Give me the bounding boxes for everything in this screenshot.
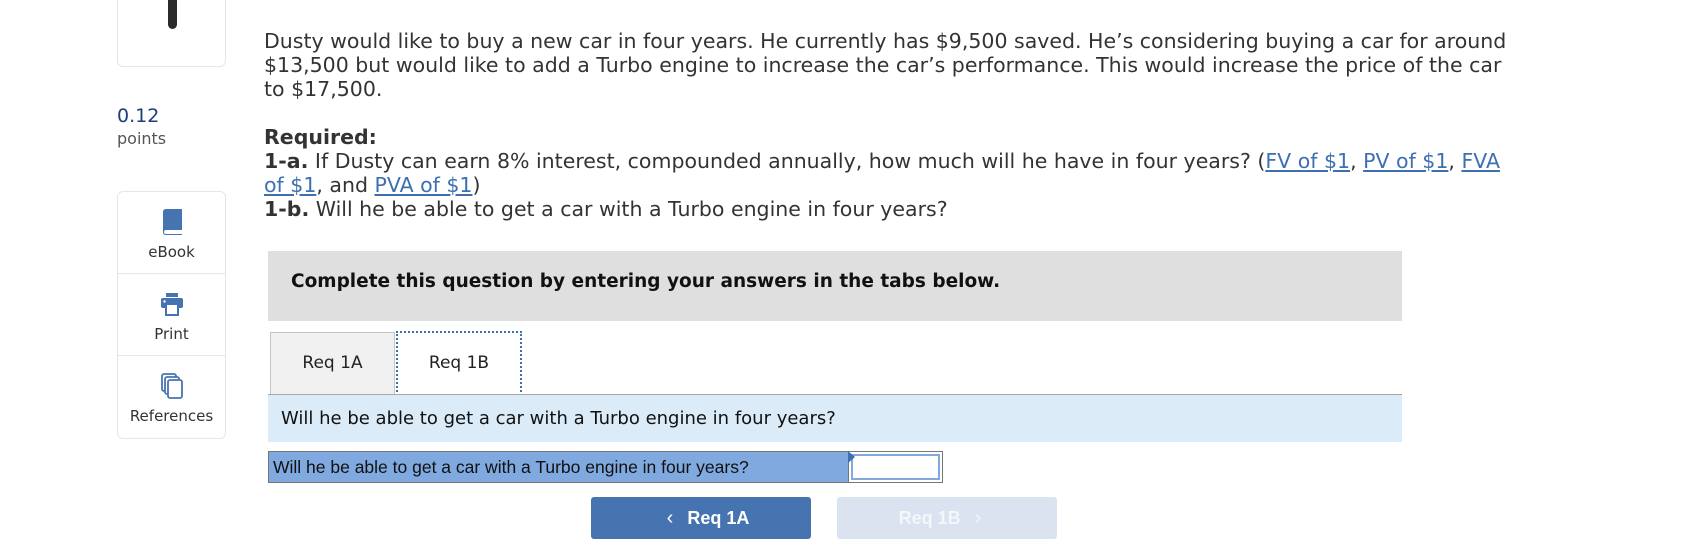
tools-panel: eBook Print References: [117, 191, 226, 439]
separator: ,: [1350, 149, 1364, 173]
req-1b-prefix: 1-b.: [264, 197, 310, 221]
book-icon: [162, 209, 182, 235]
pva-link[interactable]: PVA of $1: [375, 173, 473, 197]
references-button[interactable]: References: [118, 356, 225, 438]
tab-question-text: Will he be able to get a car with a Turb…: [281, 408, 836, 429]
points-label: points: [117, 129, 167, 148]
pv-link[interactable]: PV of $1: [1363, 149, 1448, 173]
next-req-label: Req 1B: [898, 508, 961, 528]
print-label: Print: [154, 325, 189, 343]
answer-row: Will he be able to get a car with a Turb…: [268, 451, 943, 483]
chevron-right-icon: ›: [974, 507, 982, 529]
required-heading: Required:: [264, 125, 377, 149]
printer-icon: [160, 293, 183, 316]
tab-req-1a[interactable]: Req 1A: [270, 332, 395, 394]
requirement-1b: 1-b. Will he be able to get a car with a…: [264, 197, 1524, 221]
requirement-1a: 1-a. If Dusty can earn 8% interest, comp…: [264, 149, 1524, 197]
tab-req-1b[interactable]: Req 1B: [396, 331, 522, 396]
next-req-button[interactable]: Req 1B ›: [837, 497, 1057, 539]
drag-handle-icon: [167, 0, 177, 29]
fv-link[interactable]: FV of $1: [1265, 149, 1350, 173]
documents-icon: [160, 373, 183, 399]
req-1a-text: If Dusty can earn 8% interest, compounde…: [308, 149, 1266, 173]
separator: ,: [1448, 149, 1462, 173]
closing-paren: ): [472, 173, 481, 197]
previous-req-label: Req 1A: [687, 508, 750, 528]
problem-statement: Dusty would like to buy a new car in fou…: [264, 29, 1507, 101]
dropdown-marker-icon: [848, 451, 855, 463]
ebook-label: eBook: [148, 243, 195, 261]
instruction-text: Complete this question by entering your …: [291, 271, 1001, 292]
requirements-block: Required: 1-a. If Dusty can earn 8% inte…: [264, 125, 1524, 221]
scroll-handle-card: [117, 0, 226, 67]
chevron-left-icon: ‹: [666, 507, 674, 529]
previous-req-button[interactable]: ‹ Req 1A: [591, 497, 811, 539]
ebook-button[interactable]: eBook: [118, 192, 225, 274]
separator: , and: [316, 173, 375, 197]
req-1a-prefix: 1-a.: [264, 149, 309, 173]
references-label: References: [129, 407, 214, 425]
instruction-banner: Complete this question by entering your …: [268, 251, 1402, 321]
answer-select-field[interactable]: [851, 454, 940, 480]
answer-dropdown[interactable]: [848, 451, 943, 483]
answer-label: Will he be able to get a car with a Turb…: [268, 451, 848, 483]
points-value: 0.12: [117, 105, 160, 127]
req-1b-text: Will he be able to get a car with a Turb…: [309, 197, 948, 221]
print-button[interactable]: Print: [118, 274, 225, 356]
tab-question-banner: Will he be able to get a car with a Turb…: [268, 395, 1402, 442]
